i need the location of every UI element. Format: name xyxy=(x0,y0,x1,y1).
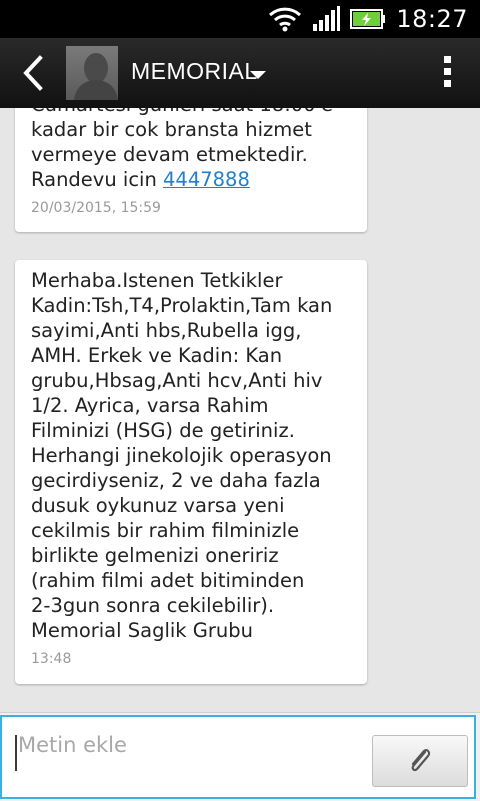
message-thread[interactable]: Cumartesi gunleri saat 18:00'e kadar bir… xyxy=(0,108,480,712)
text-cursor xyxy=(15,735,17,771)
message-input[interactable]: Metin ekle xyxy=(0,715,476,799)
message-bubble[interactable]: Merhaba.Istenen Tetkikler Kadin:Tsh,T4,P… xyxy=(15,260,367,684)
compose-bar: Metin ekle xyxy=(0,712,480,801)
signal-icon xyxy=(313,6,341,31)
status-bar: 18:27 xyxy=(0,0,480,38)
attach-button[interactable] xyxy=(372,735,468,787)
paperclip-icon xyxy=(411,749,431,772)
back-arrow-icon[interactable] xyxy=(18,54,48,92)
status-icons: 18:27 xyxy=(268,0,468,38)
status-time: 18:27 xyxy=(396,5,468,33)
contact-avatar[interactable] xyxy=(66,46,118,100)
contact-name[interactable]: MEMORIAL xyxy=(131,58,258,85)
message-timestamp: 13:48 xyxy=(31,651,72,667)
message-text: Merhaba.Istenen Tetkikler Kadin:Tsh,T4,P… xyxy=(31,269,333,642)
message-timestamp: 20/03/2015, 15:59 xyxy=(31,200,161,216)
message-bubble[interactable]: Cumartesi gunleri saat 18:00'e kadar bir… xyxy=(15,108,367,232)
wifi-icon xyxy=(269,7,302,32)
battery-charging-icon xyxy=(350,9,386,29)
chevron-down-icon[interactable] xyxy=(250,71,266,79)
overflow-menu-icon[interactable] xyxy=(444,56,452,90)
message-text: Cumartesi gunleri saat 18:00'e kadar bir… xyxy=(31,108,333,191)
phone-link[interactable]: 4447888 xyxy=(163,168,250,191)
message-input-placeholder: Metin ekle xyxy=(18,733,127,757)
conversation-header: MEMORIAL xyxy=(0,38,480,108)
person-silhouette-icon xyxy=(74,53,118,100)
